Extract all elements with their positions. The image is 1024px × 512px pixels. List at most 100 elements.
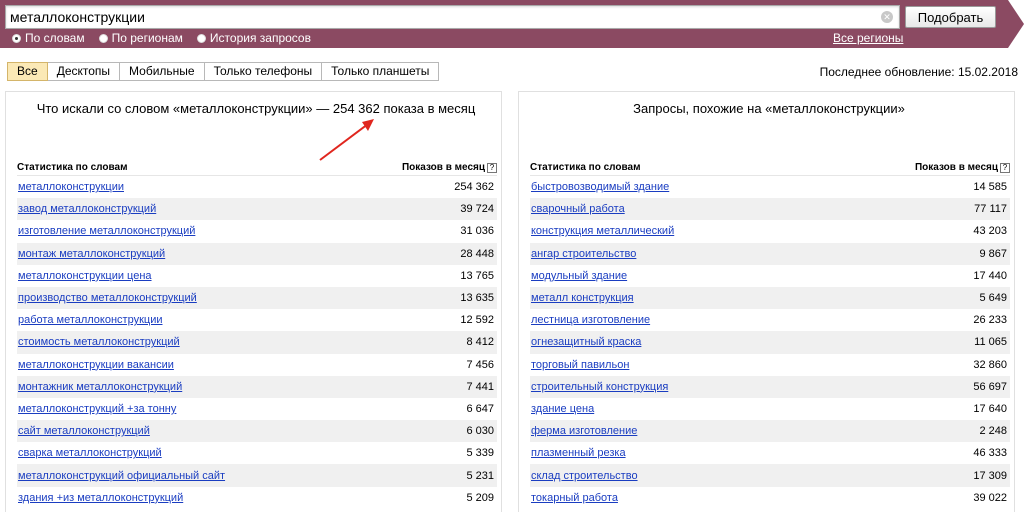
- search-header: ✕ Подобрать По словам По регионам Истори…: [0, 0, 1024, 48]
- mode-by-regions[interactable]: По регионам: [98, 31, 183, 45]
- query-link[interactable]: здания +из металлоконструкций: [17, 492, 183, 504]
- column-query: Статистика по словам: [530, 162, 641, 173]
- impressions-count: 6 030: [466, 425, 494, 438]
- impressions-count: 32 860: [973, 358, 1007, 371]
- query-link[interactable]: быстровозводимый здание: [530, 181, 669, 193]
- search-input[interactable]: [10, 8, 870, 26]
- impressions-count: 14 585: [973, 181, 1007, 194]
- table-row: склад строительство 17 309: [530, 464, 1010, 487]
- query-link[interactable]: сварочный работа: [530, 203, 625, 215]
- mode-history[interactable]: История запросов: [196, 31, 311, 45]
- submit-button[interactable]: Подобрать: [905, 6, 996, 28]
- left-rows: металлоконструкции 254 362 завод металлоко…: [17, 176, 497, 509]
- radio-icon[interactable]: [196, 33, 206, 43]
- query-link[interactable]: строительный конструкция: [530, 381, 668, 393]
- query-link[interactable]: металлоконструкции вакансии: [17, 359, 174, 371]
- query-link[interactable]: конструкция металлический: [530, 225, 674, 237]
- query-link[interactable]: модульный здание: [530, 270, 627, 282]
- right-panel-title: Запросы, похожие на «металлоконструкции»: [633, 101, 905, 116]
- left-panel-title: Что искали со словом «металлоконструкции…: [36, 101, 476, 116]
- query-link[interactable]: торговый павильон: [530, 359, 629, 371]
- query-link[interactable]: токарный работа: [530, 492, 618, 504]
- clear-icon[interactable]: ✕: [881, 11, 893, 23]
- impressions-count: 56 697: [973, 380, 1007, 393]
- table-row: работа металлоконструкции 12 592: [17, 309, 497, 331]
- query-link[interactable]: изготовление металлоконструкций: [17, 225, 195, 237]
- query-link[interactable]: огнезащитный краска: [530, 336, 641, 348]
- tab-mobile[interactable]: Мобильные: [120, 62, 205, 81]
- column-count-wrap: Показов в месяц?: [402, 162, 497, 175]
- query-link[interactable]: производство металлоконструкций: [17, 292, 197, 304]
- query-link[interactable]: монтаж металлоконструкций: [17, 248, 165, 260]
- mode-label: По словам: [25, 31, 85, 45]
- query-link[interactable]: металлоконструкции цена: [17, 270, 152, 282]
- tab-all[interactable]: Все: [7, 62, 48, 81]
- table-row: завод металлоконструкций 39 724: [17, 198, 497, 221]
- column-count: Показов в месяц: [914, 162, 998, 173]
- table-row: здание цена 17 640: [530, 398, 1010, 420]
- query-link[interactable]: плазменный резка: [530, 447, 626, 459]
- impressions-count: 5 231: [466, 469, 494, 482]
- impressions-count: 39 022: [973, 491, 1007, 504]
- column-count: Показов в месяц: [401, 162, 485, 173]
- query-link[interactable]: склад строительство: [530, 470, 638, 482]
- impressions-count: 12 592: [460, 314, 494, 327]
- device-tabs: Все Десктопы Мобильные Только телефоны Т…: [7, 62, 440, 81]
- query-link[interactable]: здание цена: [530, 403, 594, 415]
- impressions-count: 28 448: [460, 247, 494, 260]
- table-row: строительный конструкция 56 697: [530, 375, 1010, 398]
- table-row: ферма изготовление 2 248: [530, 420, 1010, 443]
- table-row: здания +из металлоконструкций 5 209: [17, 487, 497, 509]
- column-count-wrap: Показов в месяц?: [915, 162, 1010, 175]
- query-link[interactable]: лестница изготовление: [530, 314, 650, 326]
- query-link[interactable]: металл конструкция: [530, 292, 634, 304]
- table-row: токарный работа 39 022: [530, 487, 1010, 509]
- impressions-count: 7 456: [466, 358, 494, 371]
- impressions-count: 2 248: [979, 425, 1007, 438]
- impressions-count: 5 649: [979, 292, 1007, 305]
- radio-icon[interactable]: [12, 33, 21, 43]
- help-icon[interactable]: ?: [1000, 163, 1010, 173]
- query-link[interactable]: стоимость металлоконструкций: [17, 336, 180, 348]
- impressions-count: 8 412: [466, 336, 494, 349]
- tab-phones-only[interactable]: Только телефоны: [204, 62, 323, 81]
- table-row: сайт металлоконструкций 6 030: [17, 420, 497, 443]
- last-update-text: Последнее обновление: 15.02.2018: [819, 65, 1018, 79]
- table-row: монтажник металлоконструкций 7 441: [17, 375, 497, 398]
- query-link[interactable]: монтажник металлоконструкций: [17, 381, 182, 393]
- mode-by-words[interactable]: По словам: [12, 31, 85, 45]
- impressions-count: 5 209: [466, 491, 494, 504]
- help-icon[interactable]: ?: [487, 163, 497, 173]
- impressions-count: 43 203: [973, 225, 1007, 238]
- impressions-count: 17 640: [973, 402, 1007, 415]
- query-link[interactable]: металлоконструкций официальный сайт: [17, 470, 225, 482]
- search-box[interactable]: ✕: [5, 5, 900, 29]
- table-row: металлоконструкции 254 362: [17, 176, 497, 198]
- mode-label: История запросов: [209, 31, 311, 45]
- query-link[interactable]: ферма изготовление: [530, 425, 637, 437]
- table-row: плазменный резка 46 333: [530, 442, 1010, 464]
- column-query: Статистика по словам: [17, 162, 128, 173]
- table-row: производство металлоконструкций 13 635: [17, 286, 497, 310]
- radio-icon[interactable]: [98, 33, 108, 43]
- impressions-count: 13 765: [460, 269, 494, 282]
- table-row: металлоконструкций +за тонну 6 647: [17, 398, 497, 420]
- all-regions-link[interactable]: Все регионы: [833, 31, 903, 45]
- query-link[interactable]: работа металлоконструкции: [17, 314, 163, 326]
- query-link[interactable]: ангар строительство: [530, 248, 636, 260]
- impressions-count: 254 362: [454, 181, 494, 194]
- table-row: металлоконструкции цена 13 765: [17, 265, 497, 287]
- query-link[interactable]: металлоконструкций +за тонну: [17, 403, 176, 415]
- right-rows: быстровозводимый здание 14 585 сварочный р…: [530, 176, 1010, 509]
- table-row: металлоконструкций официальный сайт 5 231: [17, 464, 497, 487]
- table-row: изготовление металлоконструкций 31 036: [17, 220, 497, 242]
- tab-desktops[interactable]: Десктопы: [47, 62, 121, 81]
- impressions-count: 31 036: [460, 225, 494, 238]
- query-link[interactable]: сварка металлоконструкций: [17, 447, 162, 459]
- impressions-count: 17 309: [973, 469, 1007, 482]
- tab-tablets-only[interactable]: Только планшеты: [322, 62, 440, 81]
- query-link[interactable]: сайт металлоконструкций: [17, 425, 150, 437]
- query-link[interactable]: завод металлоконструкций: [17, 203, 156, 215]
- query-link[interactable]: металлоконструкции: [17, 181, 124, 193]
- search-mode-group: По словам По регионам История запросов: [12, 31, 311, 45]
